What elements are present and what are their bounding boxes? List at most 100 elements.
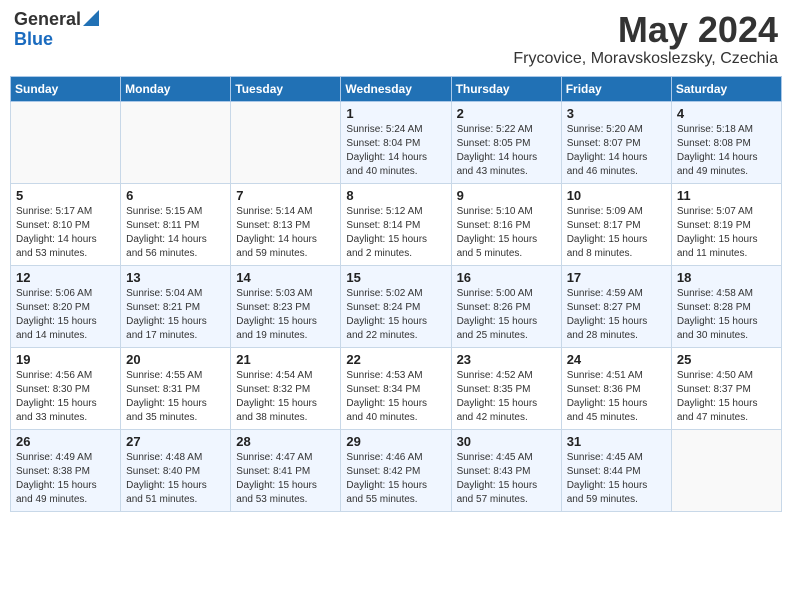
day-info: Sunrise: 5:09 AM Sunset: 8:17 PM Dayligh… bbox=[567, 205, 666, 261]
day-number: 17 bbox=[567, 270, 666, 285]
weekday-header-tuesday: Tuesday bbox=[231, 76, 341, 101]
day-info: Sunrise: 5:24 AM Sunset: 8:04 PM Dayligh… bbox=[346, 123, 445, 179]
calendar-day-24: 24 Sunrise: 4:51 AM Sunset: 8:36 PM Dayli… bbox=[561, 347, 671, 429]
weekday-header-saturday: Saturday bbox=[671, 76, 781, 101]
logo: General Blue bbox=[14, 10, 99, 50]
calendar-day-25: 25Sunrise: 4:50 AM Sunset: 8:37 PM Dayli… bbox=[671, 347, 781, 429]
day-number: 10 bbox=[567, 188, 666, 203]
calendar-week-4: 19 Sunrise: 4:56 AM Sunset: 8:30 PM Dayli… bbox=[11, 347, 782, 429]
calendar-day-20: 20 Sunrise: 4:55 AM Sunset: 8:31 PM Dayli… bbox=[121, 347, 231, 429]
day-info: Sunrise: 4:53 AM Sunset: 8:34 PM Dayligh… bbox=[346, 369, 445, 425]
day-number: 25 bbox=[677, 352, 776, 367]
calendar-day-5: 5 Sunrise: 5:17 AM Sunset: 8:10 PM Daylig… bbox=[11, 183, 121, 265]
calendar-day-1: 1 Sunrise: 5:24 AM Sunset: 8:04 PM Daylig… bbox=[341, 101, 451, 183]
day-number: 30 bbox=[457, 434, 556, 449]
day-number: 24 bbox=[567, 352, 666, 367]
empty-day-cell bbox=[671, 429, 781, 511]
calendar-day-28: 28Sunrise: 4:47 AM Sunset: 8:41 PM Dayli… bbox=[231, 429, 341, 511]
calendar-week-3: 12 Sunrise: 5:06 AM Sunset: 8:20 PM Dayli… bbox=[11, 265, 782, 347]
day-info: Sunrise: 5:07 AM Sunset: 8:19 PM Dayligh… bbox=[677, 205, 776, 261]
calendar-day-3: 3 Sunrise: 5:20 AM Sunset: 8:07 PM Daylig… bbox=[561, 101, 671, 183]
day-number: 26 bbox=[16, 434, 115, 449]
calendar-day-31: 31 Sunrise: 4:45 AM Sunset: 8:44 PM Dayli… bbox=[561, 429, 671, 511]
day-info: Sunrise: 5:02 AM Sunset: 8:24 PM Dayligh… bbox=[346, 287, 445, 343]
calendar-day-7: 7 Sunrise: 5:14 AM Sunset: 8:13 PM Daylig… bbox=[231, 183, 341, 265]
day-number: 8 bbox=[346, 188, 445, 203]
day-info: Sunrise: 4:51 AM Sunset: 8:36 PM Dayligh… bbox=[567, 369, 666, 425]
empty-day-cell bbox=[231, 101, 341, 183]
day-info: Sunrise: 5:18 AM Sunset: 8:08 PM Dayligh… bbox=[677, 123, 776, 179]
day-number: 31 bbox=[567, 434, 666, 449]
day-number: 5 bbox=[16, 188, 115, 203]
day-number: 16 bbox=[457, 270, 556, 285]
day-number: 19 bbox=[16, 352, 115, 367]
calendar-day-23: 23Sunrise: 4:52 AM Sunset: 8:35 PM Dayli… bbox=[451, 347, 561, 429]
day-info: Sunrise: 4:46 AM Sunset: 8:42 PM Dayligh… bbox=[346, 451, 445, 507]
calendar-day-27: 27Sunrise: 4:48 AM Sunset: 8:40 PM Dayli… bbox=[121, 429, 231, 511]
day-number: 1 bbox=[346, 106, 445, 121]
day-number: 4 bbox=[677, 106, 776, 121]
day-number: 6 bbox=[126, 188, 225, 203]
logo-triangle-icon bbox=[83, 10, 99, 26]
day-info: Sunrise: 4:54 AM Sunset: 8:32 PM Dayligh… bbox=[236, 369, 335, 425]
day-number: 11 bbox=[677, 188, 776, 203]
day-number: 15 bbox=[346, 270, 445, 285]
day-info: Sunrise: 4:45 AM Sunset: 8:43 PM Dayligh… bbox=[457, 451, 556, 507]
day-info: Sunrise: 5:17 AM Sunset: 8:10 PM Dayligh… bbox=[16, 205, 115, 261]
day-number: 9 bbox=[457, 188, 556, 203]
calendar-day-8: 8 Sunrise: 5:12 AM Sunset: 8:14 PM Daylig… bbox=[341, 183, 451, 265]
calendar-day-13: 13Sunrise: 5:04 AM Sunset: 8:21 PM Dayli… bbox=[121, 265, 231, 347]
day-info: Sunrise: 4:59 AM Sunset: 8:27 PM Dayligh… bbox=[567, 287, 666, 343]
calendar-day-6: 6 Sunrise: 5:15 AM Sunset: 8:11 PM Daylig… bbox=[121, 183, 231, 265]
day-info: Sunrise: 4:56 AM Sunset: 8:30 PM Dayligh… bbox=[16, 369, 115, 425]
calendar-week-5: 26 Sunrise: 4:49 AM Sunset: 8:38 PM Dayli… bbox=[11, 429, 782, 511]
weekday-header-monday: Monday bbox=[121, 76, 231, 101]
calendar-day-15: 15 Sunrise: 5:02 AM Sunset: 8:24 PM Dayli… bbox=[341, 265, 451, 347]
calendar-day-10: 10 Sunrise: 5:09 AM Sunset: 8:17 PM Dayli… bbox=[561, 183, 671, 265]
calendar-day-17: 17 Sunrise: 4:59 AM Sunset: 8:27 PM Dayli… bbox=[561, 265, 671, 347]
day-info: Sunrise: 5:12 AM Sunset: 8:14 PM Dayligh… bbox=[346, 205, 445, 261]
logo-blue-text: Blue bbox=[14, 30, 53, 50]
weekday-header-wednesday: Wednesday bbox=[341, 76, 451, 101]
day-number: 12 bbox=[16, 270, 115, 285]
day-number: 14 bbox=[236, 270, 335, 285]
day-number: 29 bbox=[346, 434, 445, 449]
calendar-week-1: 1 Sunrise: 5:24 AM Sunset: 8:04 PM Daylig… bbox=[11, 101, 782, 183]
empty-day-cell bbox=[121, 101, 231, 183]
day-info: Sunrise: 4:49 AM Sunset: 8:38 PM Dayligh… bbox=[16, 451, 115, 507]
day-info: Sunrise: 5:03 AM Sunset: 8:23 PM Dayligh… bbox=[236, 287, 335, 343]
day-number: 20 bbox=[126, 352, 225, 367]
day-info: Sunrise: 5:20 AM Sunset: 8:07 PM Dayligh… bbox=[567, 123, 666, 179]
calendar-day-11: 11 Sunrise: 5:07 AM Sunset: 8:19 PM Dayli… bbox=[671, 183, 781, 265]
logo-general-text: General bbox=[14, 10, 81, 30]
day-info: Sunrise: 4:55 AM Sunset: 8:31 PM Dayligh… bbox=[126, 369, 225, 425]
day-number: 28 bbox=[236, 434, 335, 449]
page-header: General Blue May 2024 Frycovice, Moravsk… bbox=[10, 10, 782, 68]
day-number: 2 bbox=[457, 106, 556, 121]
day-info: Sunrise: 4:48 AM Sunset: 8:40 PM Dayligh… bbox=[126, 451, 225, 507]
title-block: May 2024 Frycovice, Moravskoslezsky, Cze… bbox=[513, 10, 778, 68]
calendar-subtitle: Frycovice, Moravskoslezsky, Czechia bbox=[513, 50, 778, 68]
day-number: 21 bbox=[236, 352, 335, 367]
calendar-day-14: 14 Sunrise: 5:03 AM Sunset: 8:23 PM Dayli… bbox=[231, 265, 341, 347]
day-number: 18 bbox=[677, 270, 776, 285]
calendar-day-21: 21 Sunrise: 4:54 AM Sunset: 8:32 PM Dayli… bbox=[231, 347, 341, 429]
day-info: Sunrise: 5:15 AM Sunset: 8:11 PM Dayligh… bbox=[126, 205, 225, 261]
weekday-header-thursday: Thursday bbox=[451, 76, 561, 101]
calendar-day-22: 22Sunrise: 4:53 AM Sunset: 8:34 PM Dayli… bbox=[341, 347, 451, 429]
day-info: Sunrise: 5:14 AM Sunset: 8:13 PM Dayligh… bbox=[236, 205, 335, 261]
day-info: Sunrise: 5:00 AM Sunset: 8:26 PM Dayligh… bbox=[457, 287, 556, 343]
day-number: 7 bbox=[236, 188, 335, 203]
calendar-day-19: 19 Sunrise: 4:56 AM Sunset: 8:30 PM Dayli… bbox=[11, 347, 121, 429]
day-info: Sunrise: 4:52 AM Sunset: 8:35 PM Dayligh… bbox=[457, 369, 556, 425]
calendar-title: May 2024 bbox=[513, 10, 778, 50]
header-row: SundayMondayTuesdayWednesdayThursdayFrid… bbox=[11, 76, 782, 101]
day-info: Sunrise: 4:45 AM Sunset: 8:44 PM Dayligh… bbox=[567, 451, 666, 507]
calendar-day-4: 4 Sunrise: 5:18 AM Sunset: 8:08 PM Daylig… bbox=[671, 101, 781, 183]
day-number: 3 bbox=[567, 106, 666, 121]
calendar-day-9: 9Sunrise: 5:10 AM Sunset: 8:16 PM Daylig… bbox=[451, 183, 561, 265]
day-info: Sunrise: 5:04 AM Sunset: 8:21 PM Dayligh… bbox=[126, 287, 225, 343]
calendar-day-18: 18Sunrise: 4:58 AM Sunset: 8:28 PM Dayli… bbox=[671, 265, 781, 347]
empty-day-cell bbox=[11, 101, 121, 183]
day-info: Sunrise: 5:06 AM Sunset: 8:20 PM Dayligh… bbox=[16, 287, 115, 343]
